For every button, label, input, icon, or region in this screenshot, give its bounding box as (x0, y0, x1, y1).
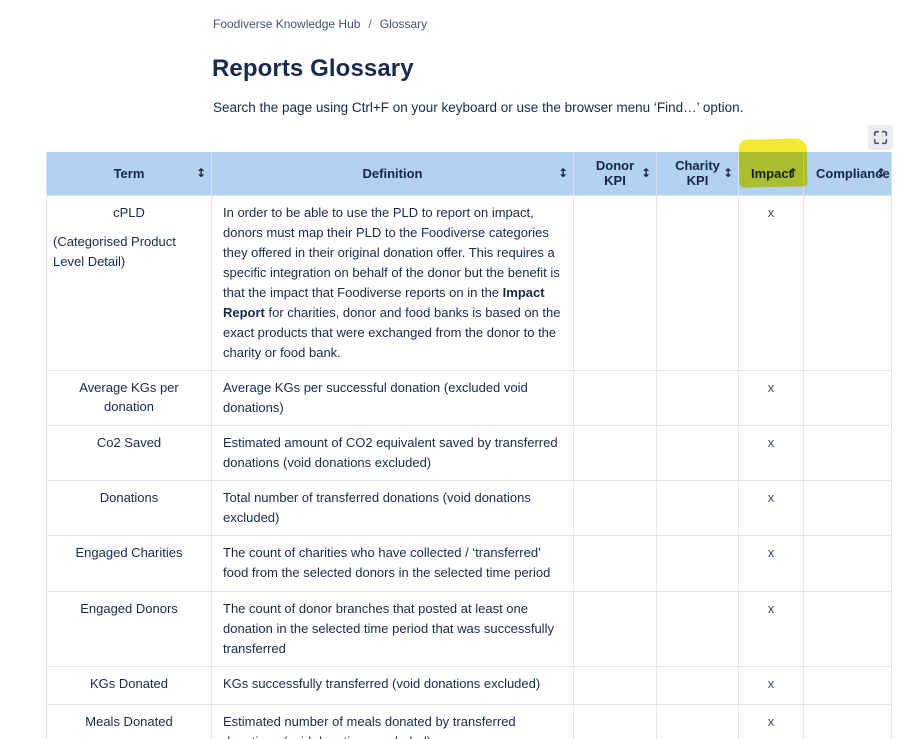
definition-cell: In order to be able to use the PLD to re… (212, 195, 574, 370)
definition-cell: KGs successfully transferred (void donat… (212, 666, 574, 704)
sort-both-icon[interactable]: ↕ (196, 166, 206, 180)
breadcrumb-separator: / (368, 17, 371, 31)
glossary-page: Foodiverse Knowledge Hub / Glossary Repo… (0, 0, 921, 739)
page-subtitle: Search the page using Ctrl+F on your key… (213, 100, 743, 115)
breadcrumb-link-glossary[interactable]: Glossary (380, 17, 427, 31)
impact-cell: x (739, 666, 804, 704)
table-row-kgs-donated: KGs Donated KGs successfully transferred… (47, 666, 892, 704)
fullscreen-button[interactable] (868, 125, 893, 150)
sort-both-icon[interactable]: ↕ (641, 166, 651, 180)
donor-kpi-cell (574, 591, 657, 666)
donor-kpi-cell (574, 535, 657, 591)
definition-cell: The count of donor branches that posted … (212, 591, 574, 666)
compliance-cell (804, 591, 892, 666)
term-cell: KGs Donated (47, 666, 212, 704)
column-label: Charity KPI (675, 158, 720, 188)
sort-both-icon[interactable]: ↕ (558, 166, 568, 180)
column-header-donor-kpi[interactable]: Donor KPI ↕ (574, 152, 657, 195)
term-cell: Meals Donated (47, 704, 212, 739)
table-row-engaged-donors: Engaged Donors The count of donor branch… (47, 591, 892, 666)
charity-kpi-cell (657, 480, 739, 535)
donor-kpi-cell (574, 480, 657, 535)
impact-cell: x (739, 591, 804, 666)
page-title: Reports Glossary (212, 55, 414, 83)
column-label: Definition (363, 166, 423, 181)
term-cell: Average KGs per donation (47, 370, 212, 425)
compliance-cell (804, 425, 892, 480)
impact-cell: x (739, 535, 804, 591)
table-row-cpld: cPLD (Categorised Product Level Detail) … (47, 195, 892, 370)
term-cell: cPLD (Categorised Product Level Detail) (47, 195, 212, 370)
column-header-charity-kpi[interactable]: Charity KPI ↕ (657, 152, 739, 195)
compliance-cell (804, 704, 892, 739)
table-row-co2-saved: Co2 Saved Estimated amount of CO2 equiva… (47, 425, 892, 480)
definition-cell: Estimated amount of CO2 equivalent saved… (212, 425, 574, 480)
column-header-definition[interactable]: Definition ↕ (212, 152, 574, 195)
definition-cell: Total number of transferred donations (v… (212, 480, 574, 535)
impact-cell: x (739, 370, 804, 425)
donor-kpi-cell (574, 666, 657, 704)
impact-cell: x (739, 195, 804, 370)
definition-cell: Average KGs per successful donation (exc… (212, 370, 574, 425)
compliance-cell (804, 666, 892, 704)
term-cell: Co2 Saved (47, 425, 212, 480)
column-header-term[interactable]: Term ↕ (47, 152, 212, 195)
compliance-cell (804, 195, 892, 370)
definition-cell: The count of charities who have collecte… (212, 535, 574, 591)
sort-ascending-icon[interactable]: ↑ (788, 166, 798, 180)
breadcrumb-link-knowledge-hub[interactable]: Foodiverse Knowledge Hub (213, 17, 360, 31)
column-label: Term (114, 166, 145, 181)
fullscreen-expand-icon (873, 130, 888, 145)
charity-kpi-cell (657, 704, 739, 739)
sort-both-icon[interactable]: ↕ (876, 166, 886, 180)
impact-cell: x (739, 480, 804, 535)
sort-both-icon[interactable]: ↕ (723, 166, 733, 180)
donor-kpi-cell (574, 704, 657, 739)
compliance-cell (804, 535, 892, 591)
donor-kpi-cell (574, 425, 657, 480)
impact-cell: x (739, 704, 804, 739)
breadcrumb: Foodiverse Knowledge Hub / Glossary (213, 17, 427, 31)
table-row-engaged-charities: Engaged Charities The count of charities… (47, 535, 892, 591)
term-sub: (Categorised Product Level Detail) (53, 232, 205, 271)
donor-kpi-cell (574, 370, 657, 425)
table-header-row: Term ↕ Definition ↕ Donor KPI ↕ Charity … (47, 152, 892, 195)
column-header-impact[interactable]: Impact ↑ (739, 152, 804, 195)
column-label: Impact (751, 166, 793, 181)
impact-cell: x (739, 425, 804, 480)
charity-kpi-cell (657, 425, 739, 480)
term-cell: Engaged Charities (47, 535, 212, 591)
charity-kpi-cell (657, 195, 739, 370)
term-cell: Engaged Donors (47, 591, 212, 666)
charity-kpi-cell (657, 535, 739, 591)
definition-cell: Estimated number of meals donated by tra… (212, 704, 574, 739)
term-main: cPLD (53, 203, 205, 223)
definition-text: for charities, donor and food banks is b… (223, 305, 560, 360)
charity-kpi-cell (657, 666, 739, 704)
donor-kpi-cell (574, 195, 657, 370)
table-row-donations: Donations Total number of transferred do… (47, 480, 892, 535)
glossary-table: Term ↕ Definition ↕ Donor KPI ↕ Charity … (46, 152, 892, 739)
compliance-cell (804, 480, 892, 535)
table-row-meals-donated: Meals Donated Estimated number of meals … (47, 704, 892, 739)
table-row-average-kgs: Average KGs per donation Average KGs per… (47, 370, 892, 425)
compliance-cell (804, 370, 892, 425)
charity-kpi-cell (657, 591, 739, 666)
column-header-compliance[interactable]: Compliance ↕ (804, 152, 892, 195)
column-label: Donor KPI (596, 158, 634, 188)
term-cell: Donations (47, 480, 212, 535)
charity-kpi-cell (657, 370, 739, 425)
